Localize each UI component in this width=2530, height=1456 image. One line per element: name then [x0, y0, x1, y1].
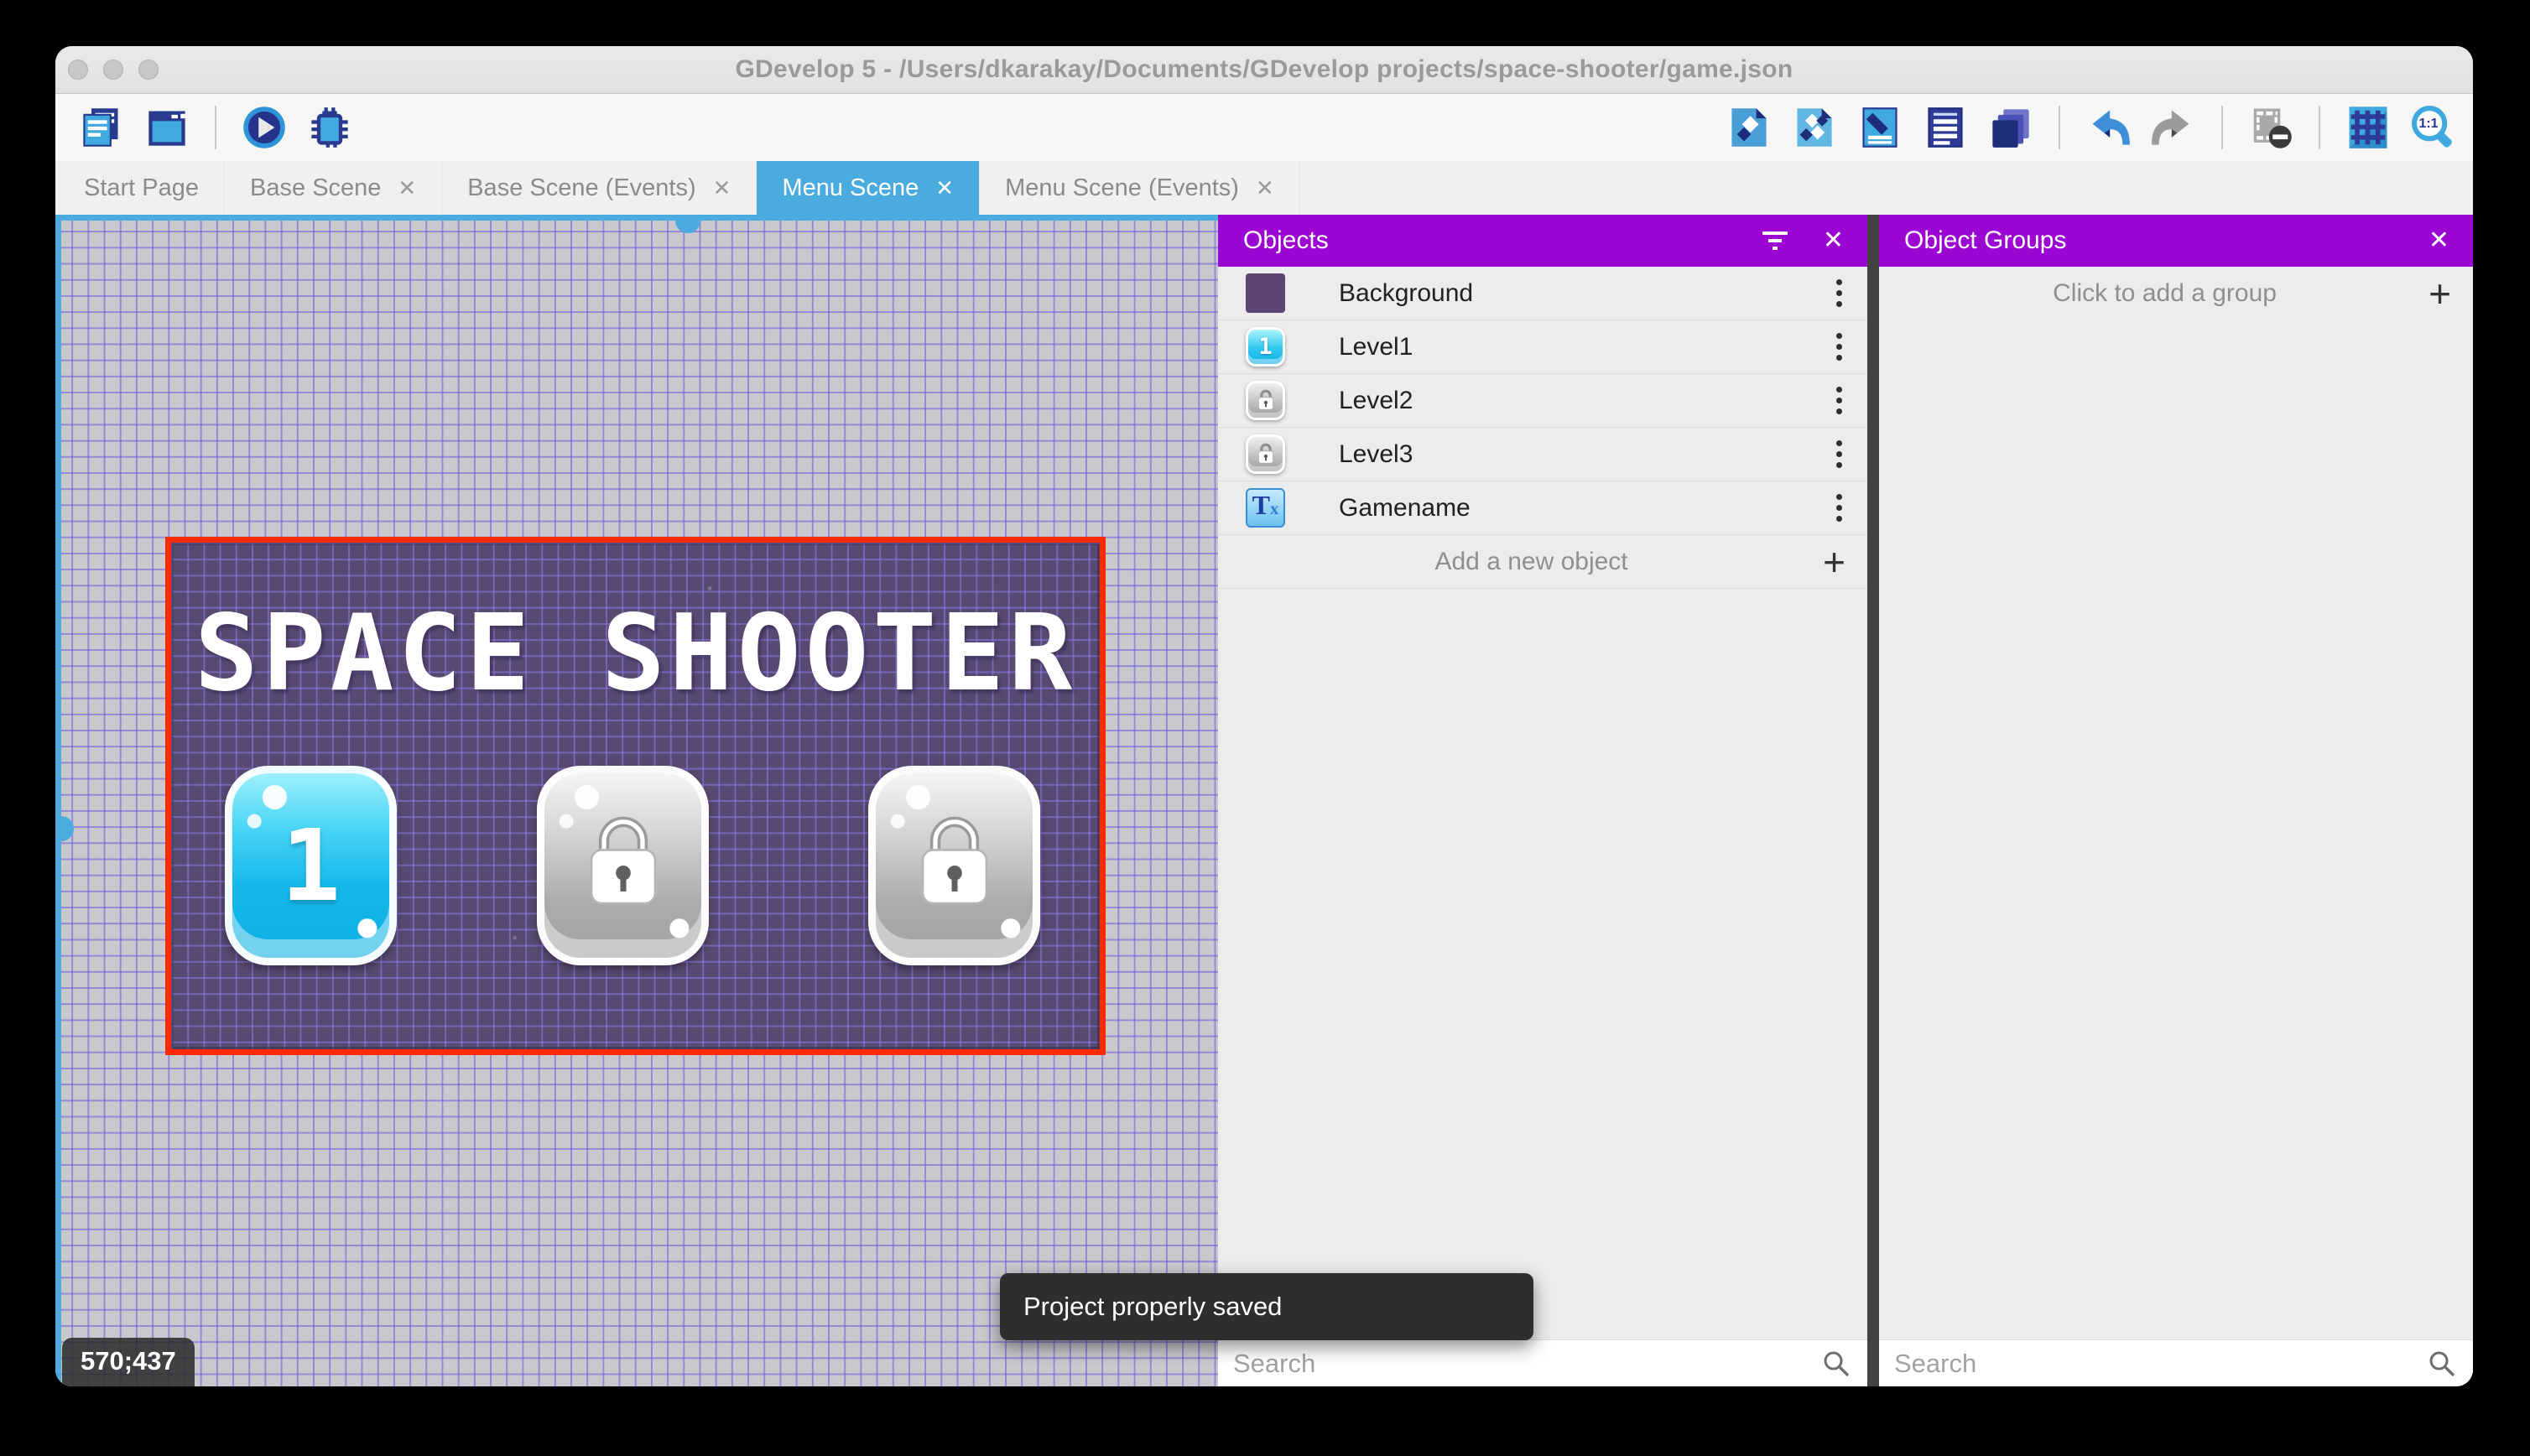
object-groups-panel: Object Groups ✕ Click to add a group + [1879, 215, 2473, 1386]
scene-list-icon[interactable] [143, 103, 191, 152]
play-preview-icon[interactable] [240, 103, 289, 152]
tab-bar: Start Page Base Scene ✕ Base Scene (Even… [55, 161, 2473, 215]
level1-button-instance[interactable]: 1 [225, 766, 397, 965]
layers-icon[interactable] [1986, 103, 2035, 152]
add-group-label: Click to add a group [2053, 279, 2277, 307]
toolbar-divider [2059, 106, 2060, 149]
content-row: SPACE SHOOTER 1 570;437 Objects ✕ Backgr… [55, 215, 2473, 1386]
level2-button-instance[interactable] [537, 766, 709, 965]
window-title: GDevelop 5 - /Users/dkarakay/Documents/G… [735, 55, 1793, 83]
close-tab-icon[interactable]: ✕ [935, 177, 954, 199]
grid-icon[interactable] [2344, 103, 2392, 152]
close-tab-icon[interactable]: ✕ [398, 177, 416, 199]
vertical-scrollbar-knob[interactable] [61, 816, 74, 841]
selected-background-instance[interactable]: SPACE SHOOTER 1 [165, 537, 1106, 1055]
tab-base-scene-events[interactable]: Base Scene (Events) ✕ [442, 161, 757, 215]
tab-base-scene[interactable]: Base Scene ✕ [225, 161, 443, 215]
save-toast: Project properly saved [1000, 1273, 1533, 1340]
objects-panel-empty-area [1218, 589, 1867, 1339]
close-tab-icon[interactable]: ✕ [1256, 177, 1274, 199]
level3-thumbnail [1246, 434, 1285, 474]
objects-search-bar [1218, 1339, 1867, 1386]
save-toast-message: Project properly saved [1023, 1292, 1283, 1321]
toolbar-divider [2221, 106, 2223, 149]
object-groups-search-input[interactable] [1894, 1348, 2426, 1379]
object-row-level3[interactable]: Level3 [1218, 428, 1867, 481]
panel-resize-divider[interactable] [1867, 215, 1879, 1386]
objects-editor-icon[interactable] [1725, 103, 1773, 152]
level3-button-instance[interactable] [868, 766, 1040, 965]
properties-icon[interactable] [1856, 103, 1904, 152]
title-bar: GDevelop 5 - /Users/dkarakay/Documents/G… [55, 46, 2473, 94]
traffic-lights [68, 46, 159, 93]
toolbar-divider [2319, 106, 2320, 149]
zoom-ratio-label: 1:1 [2418, 117, 2439, 131]
object-menu-icon[interactable] [1833, 330, 1845, 364]
object-menu-icon[interactable] [1833, 491, 1845, 525]
zoom-window-button[interactable] [138, 60, 159, 80]
object-menu-icon[interactable] [1833, 437, 1845, 471]
undo-icon[interactable] [2084, 103, 2132, 152]
game-title-text[interactable]: SPACE SHOOTER [171, 591, 1100, 715]
filter-icon[interactable] [1761, 229, 1789, 252]
level1-number: 1 [280, 808, 341, 923]
object-groups-panel-title: Object Groups [1904, 226, 2067, 254]
object-row-gamename[interactable]: Tx Gamename [1218, 481, 1867, 535]
add-object-row[interactable]: Add a new object + [1218, 535, 1867, 589]
close-window-button[interactable] [68, 60, 88, 80]
close-tab-icon[interactable]: ✕ [713, 177, 731, 199]
scene-editor-canvas[interactable]: SPACE SHOOTER 1 570;437 [55, 215, 1218, 1386]
close-panel-icon[interactable]: ✕ [2428, 228, 2449, 253]
object-groups-editor-icon[interactable] [1790, 103, 1839, 152]
add-object-label: Add a new object [1434, 547, 1628, 575]
add-group-plus-icon[interactable]: + [2428, 274, 2451, 313]
cursor-coordinates: 570;437 [62, 1338, 195, 1386]
tab-menu-scene-events[interactable]: Menu Scene (Events) ✕ [980, 161, 1300, 215]
search-icon [2429, 1351, 2455, 1376]
gamename-thumbnail: Tx [1246, 488, 1285, 528]
object-row-level1[interactable]: 1 Level1 [1218, 320, 1867, 374]
vertical-scrollbar[interactable] [55, 215, 61, 1386]
objects-panel-title: Objects [1243, 226, 1329, 254]
lock-icon [921, 816, 987, 905]
object-groups-search-bar [1879, 1339, 2473, 1386]
object-groups-empty-area [1879, 320, 2473, 1339]
object-row-background[interactable]: Background [1218, 267, 1867, 320]
main-toolbar: 1:1 [55, 94, 2473, 161]
horizontal-scrollbar[interactable] [55, 215, 1218, 221]
minimize-window-button[interactable] [103, 60, 123, 80]
instances-list-icon[interactable] [1921, 103, 1970, 152]
level2-thumbnail [1246, 381, 1285, 420]
toolbar-divider [215, 106, 216, 149]
object-menu-icon[interactable] [1833, 276, 1845, 310]
zoom-one-to-one-icon[interactable]: 1:1 [2409, 103, 2458, 152]
toolbar-right-group: 1:1 [1725, 103, 2458, 152]
tab-start-page[interactable]: Start Page [59, 161, 226, 215]
horizontal-scrollbar-knob[interactable] [675, 221, 700, 233]
lock-icon [1257, 443, 1273, 464]
objects-panel: Objects ✕ Background 1 Level1 Level2 Lev… [1218, 215, 1867, 1386]
objects-panel-header: Objects ✕ [1218, 215, 1867, 267]
debug-icon[interactable] [305, 103, 354, 152]
toolbar-left-group [77, 103, 354, 152]
close-panel-icon[interactable]: ✕ [1823, 228, 1844, 253]
object-menu-icon[interactable] [1833, 383, 1845, 418]
object-groups-panel-header: Object Groups ✕ [1879, 215, 2473, 267]
window-mask-icon[interactable] [2246, 103, 2295, 152]
add-object-plus-icon[interactable]: + [1823, 543, 1845, 581]
gdevelop-window: GDevelop 5 - /Users/dkarakay/Documents/G… [55, 46, 2473, 1386]
lock-icon [1257, 389, 1273, 410]
search-icon [1824, 1351, 1849, 1376]
background-thumbnail [1246, 273, 1285, 313]
redo-icon[interactable] [2149, 103, 2198, 152]
tab-menu-scene[interactable]: Menu Scene ✕ [757, 161, 981, 215]
objects-search-input[interactable] [1233, 1348, 1820, 1379]
object-row-level2[interactable]: Level2 [1218, 374, 1867, 428]
project-manager-icon[interactable] [77, 103, 126, 152]
lock-icon [590, 816, 656, 905]
add-group-row[interactable]: Click to add a group + [1879, 267, 2473, 320]
level1-thumbnail: 1 [1246, 327, 1285, 367]
